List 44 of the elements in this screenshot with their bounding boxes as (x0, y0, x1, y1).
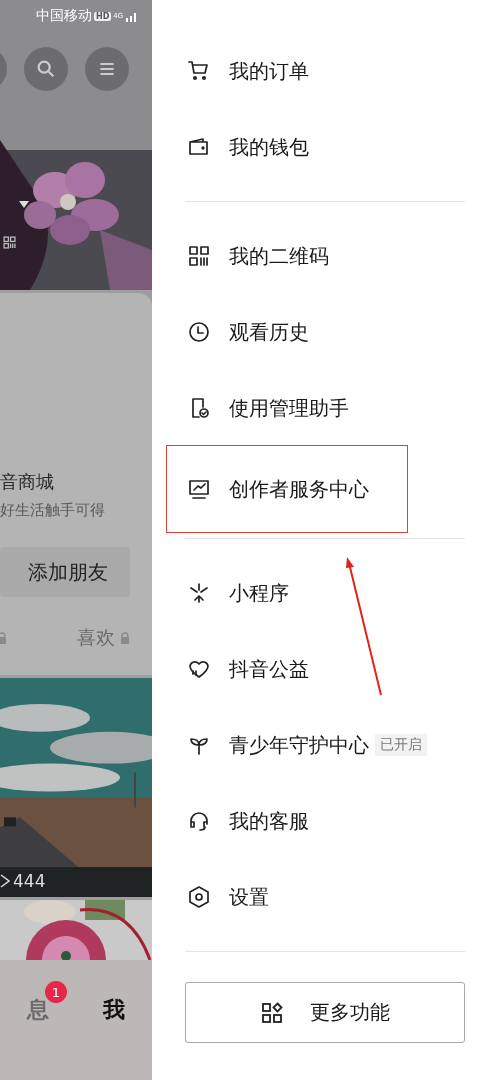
menu-item[interactable]: 小程序 (185, 555, 465, 631)
menu-label: 我的客服 (229, 807, 309, 835)
shop-title: 音商城 (0, 470, 55, 494)
notification-badge: 1 (45, 981, 67, 1003)
menu-label: 青少年守护中心 (229, 731, 369, 759)
menu-label: 使用管理助手 (229, 394, 349, 422)
add-friend-button[interactable]: 添加朋友 (0, 547, 130, 597)
lock-icon (0, 632, 7, 644)
nav-tab[interactable]: 我 (103, 997, 125, 1022)
menu-item[interactable]: 我的钱包 (185, 109, 465, 185)
menu-label: 我的订单 (229, 57, 309, 85)
status-tag: 已开启 (375, 734, 427, 756)
grid-icon (260, 1000, 284, 1025)
menu-icon (187, 244, 211, 268)
menu-icon (187, 320, 211, 344)
menu-label: 观看历史 (229, 318, 309, 346)
menu-label: 创作者服务中心 (229, 475, 369, 503)
menu-icon (187, 581, 211, 605)
menu-item[interactable]: 抖音公益 (185, 631, 465, 707)
menu-item[interactable]: 使用管理助手 (185, 370, 465, 446)
menu-item[interactable]: 我的客服 (185, 783, 465, 859)
menu-label: 抖音公益 (229, 655, 309, 683)
menu-label: 我的二维码 (229, 242, 329, 270)
carrier-name: 中国移动 (36, 7, 92, 25)
menu-item[interactable]: 青少年守护中心 已开启 (185, 707, 465, 783)
menu-item[interactable]: 创作者服务中心 (167, 446, 407, 532)
menu-item[interactable]: 我的二维码 (185, 218, 465, 294)
grid-icon (3, 236, 16, 249)
hd-badge: HD (94, 11, 112, 21)
search-icon (35, 58, 57, 80)
more-features-button[interactable]: 更多功能 (185, 982, 465, 1043)
menu-label: 我的钱包 (229, 133, 309, 161)
menu-icon (187, 809, 211, 833)
view-count: 444 (13, 871, 46, 891)
menu-item[interactable]: 观看历史 (185, 294, 465, 370)
menu-item[interactable]: 我的订单 (185, 33, 465, 109)
caret-icon (19, 201, 29, 208)
menu-icon (187, 59, 211, 83)
menu-label: 小程序 (229, 579, 289, 607)
menu-item[interactable]: 设置 (185, 859, 465, 935)
menu-icon (187, 885, 211, 909)
menu-label: 设置 (229, 883, 269, 911)
shop-subtitle: 好生活触手可得 (0, 501, 106, 520)
menu-icon (187, 477, 211, 501)
